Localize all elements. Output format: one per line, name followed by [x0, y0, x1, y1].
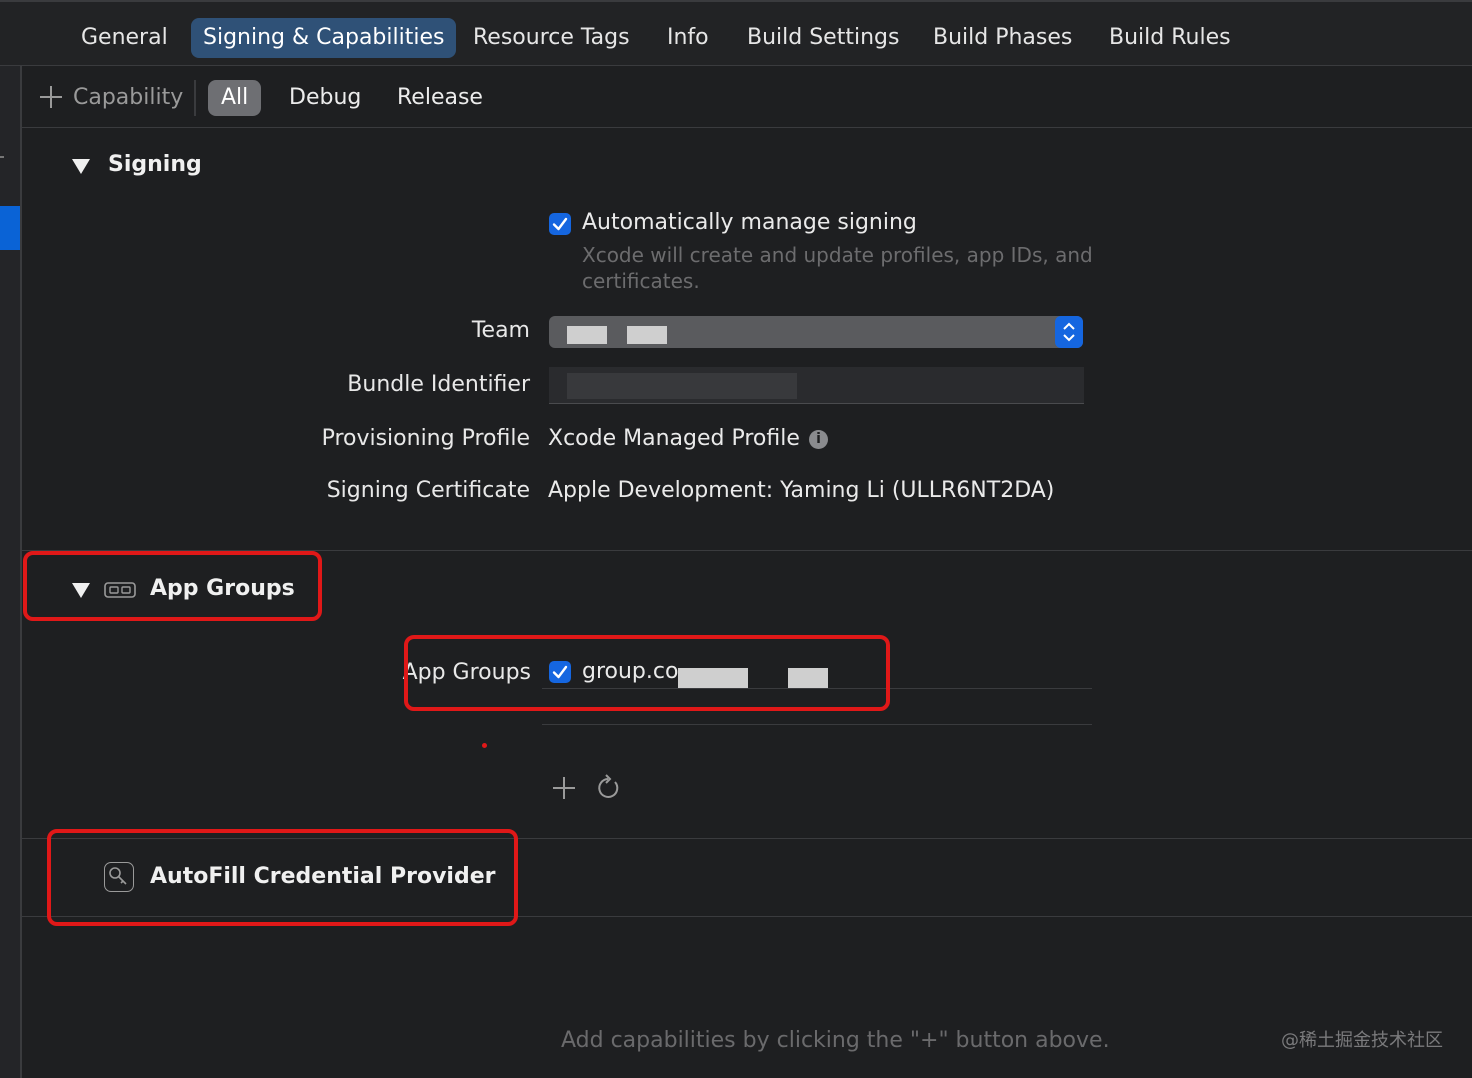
gutter-tick	[0, 156, 4, 158]
certificate-label: Signing Certificate	[326, 478, 530, 503]
redacted-bundle-id	[567, 373, 797, 399]
provisioning-value: Xcode Managed Profile	[548, 426, 800, 451]
tab-resource-tags[interactable]: Resource Tags	[461, 18, 642, 58]
auto-manage-label: Automatically manage signing	[582, 210, 917, 235]
provisioning-label: Provisioning Profile	[321, 426, 530, 451]
auto-manage-note-1: Xcode will create and update profiles, a…	[582, 243, 1093, 267]
annotation-dot	[482, 743, 487, 748]
tab-info[interactable]: Info	[655, 18, 721, 58]
redacted-team-1	[567, 326, 607, 344]
group-list-bottom	[542, 724, 1092, 725]
tab-signing-capabilities[interactable]: Signing & Capabilities	[191, 18, 457, 58]
tab-general[interactable]: General	[69, 18, 180, 58]
checkbox-icon	[552, 217, 568, 231]
tab-build-settings[interactable]: Build Settings	[735, 18, 911, 58]
annotation-box-autofill	[47, 829, 518, 926]
auto-manage-note-2: certificates.	[582, 269, 700, 293]
info-icon[interactable]: i	[809, 430, 828, 449]
toolbar-divider	[194, 80, 196, 116]
target-selection-indicator	[0, 206, 20, 250]
bundle-id-label: Bundle Identifier	[347, 372, 530, 397]
annotation-box-group-row	[404, 635, 890, 711]
annotation-box-app-groups-title	[23, 551, 322, 621]
auto-manage-checkbox[interactable]	[549, 213, 571, 235]
disclosure-triangle-icon[interactable]	[72, 159, 90, 174]
bundle-id-field[interactable]	[549, 367, 1084, 404]
redacted-team-2	[627, 326, 667, 344]
filter-release[interactable]: Release	[384, 80, 496, 116]
watermark: @稀土掘金技术社区	[1281, 1030, 1443, 1051]
tab-build-phases[interactable]: Build Phases	[921, 18, 1084, 58]
team-label: Team	[471, 318, 530, 343]
popup-stepper-icon	[1055, 316, 1083, 348]
signing-section-title: Signing	[108, 152, 202, 177]
refresh-icon[interactable]	[596, 774, 620, 800]
plus-icon[interactable]	[38, 84, 64, 110]
tab-build-rules[interactable]: Build Rules	[1097, 18, 1243, 58]
footer-hint: Add capabilities by clicking the "+" but…	[561, 1028, 1110, 1053]
plus-icon[interactable]	[552, 776, 576, 800]
filter-all[interactable]: All	[208, 80, 262, 116]
team-popup[interactable]	[549, 316, 1083, 348]
filter-debug[interactable]: Debug	[276, 80, 374, 116]
certificate-value: Apple Development: Yaming Li (ULLR6NT2DA…	[548, 478, 1055, 503]
add-capability-button[interactable]: Capability	[73, 82, 183, 114]
